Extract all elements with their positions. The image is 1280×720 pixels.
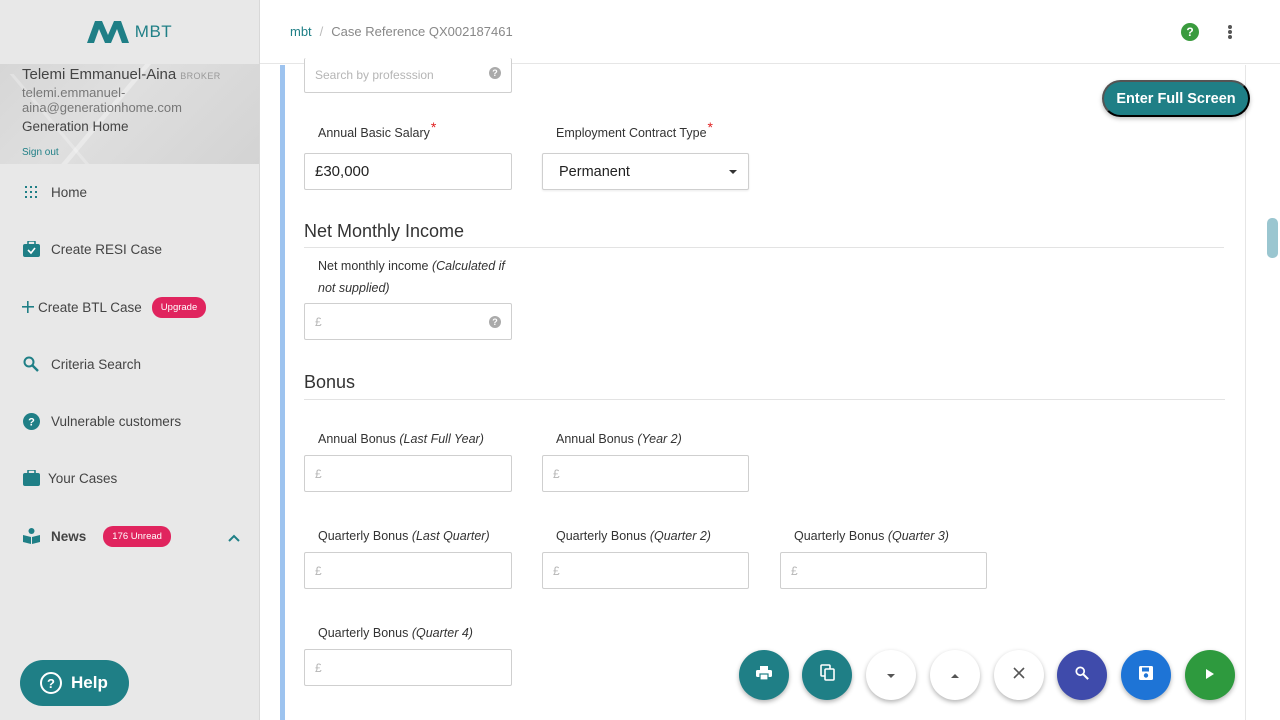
nav-label-your-cases: Your Cases — [48, 470, 118, 486]
bonus-title: Bonus — [304, 372, 356, 392]
question-circle-icon: ? — [22, 412, 40, 430]
net-monthly-income-input[interactable]: £ ? — [304, 303, 512, 340]
caret-down-icon — [729, 170, 737, 174]
search-icon — [22, 355, 40, 373]
search-button[interactable] — [1057, 650, 1107, 700]
salary-value: £30,000 — [315, 163, 370, 180]
scroll-up-button[interactable] — [930, 650, 980, 700]
profession-search-placeholder: Search by professsion — [315, 68, 434, 82]
play-icon — [1206, 666, 1214, 684]
briefcase-check-icon — [22, 240, 40, 258]
top-bar: mbt / Case Reference QX002187461 ? — [260, 0, 1280, 64]
nav-item-create-btl[interactable]: Create BTL Case Upgrade — [0, 287, 259, 327]
net-income-label: Net monthly income (Calculated if not sup… — [318, 259, 505, 295]
save-button[interactable] — [1121, 650, 1171, 700]
briefcase-icon — [22, 469, 40, 487]
salary-label: Annual Basic Salary* — [318, 119, 437, 140]
quarterly-bonus-last-label: Quarterly Bonus (Last Quarter) — [318, 529, 490, 543]
sidebar: MBT Telemi Emmanuel-Aina BROKER telemi.em… — [0, 0, 260, 720]
copy-button[interactable] — [802, 650, 852, 700]
nav-item-news[interactable]: News 176 Unread — [0, 516, 259, 556]
enter-full-screen-button[interactable]: Enter Full Screen — [1102, 80, 1250, 117]
info-question-icon[interactable]: ? — [489, 67, 501, 79]
logo[interactable]: MBT — [0, 0, 259, 64]
question-mark-icon[interactable]: ? — [1181, 23, 1199, 41]
required-marker: * — [430, 119, 437, 135]
logo-text: MBT — [134, 22, 173, 41]
contract-value: Permanent — [559, 163, 630, 180]
user-company: Generation Home — [22, 119, 129, 134]
profession-search-input[interactable]: Search by professsion ? — [304, 58, 512, 93]
net-monthly-income-title: Net Monthly Income — [304, 221, 465, 241]
vertical-dots-icon[interactable] — [1226, 22, 1234, 42]
plus-icon — [22, 298, 34, 316]
quarterly-bonus-q2-label: Quarterly Bonus (Quarter 2) — [556, 529, 711, 543]
upgrade-badge[interactable]: Upgrade — [151, 296, 207, 318]
caret-up-icon — [950, 666, 960, 684]
section-divider — [304, 399, 1225, 400]
save-icon — [1139, 665, 1153, 685]
nav-label-criteria-search: Criteria Search — [51, 356, 142, 372]
annual-bonus-y2-input[interactable]: £ — [542, 455, 749, 492]
news-unread-badge: 176 Unread — [103, 525, 171, 547]
nav-item-home[interactable]: Home — [0, 172, 259, 212]
logo-mark-icon — [86, 21, 129, 43]
nav-item-create-resi[interactable]: Create RESI Case — [0, 229, 259, 269]
user-role: BROKER — [180, 71, 221, 81]
employment-contract-select[interactable]: Permanent — [542, 153, 749, 190]
search-icon — [1075, 665, 1089, 685]
quarterly-bonus-q4-label: Quarterly Bonus (Quarter 4) — [318, 626, 473, 640]
breadcrumb: mbt / Case Reference QX002187461 — [290, 24, 513, 39]
page-scrollbar[interactable] — [1267, 218, 1278, 258]
quarterly-bonus-last-input[interactable]: £ — [304, 552, 512, 589]
print-button[interactable] — [739, 650, 789, 700]
svg-text:?: ? — [28, 416, 35, 428]
help-question-icon: ? — [40, 672, 62, 694]
nav-item-criteria-search[interactable]: Criteria Search — [0, 344, 259, 384]
quarterly-bonus-q4-input[interactable]: £ — [304, 649, 512, 686]
section-divider — [304, 247, 1224, 248]
quarterly-bonus-q2-input[interactable]: £ — [542, 552, 749, 589]
copy-icon — [819, 664, 835, 686]
nav-label-home: Home — [51, 184, 88, 200]
help-label: Help — [71, 673, 108, 692]
breadcrumb-current: Case Reference QX002187461 — [331, 24, 513, 39]
sign-out-link[interactable]: Sign out — [22, 147, 59, 158]
quarterly-bonus-q3-label: Quarterly Bonus (Quarter 3) — [794, 529, 949, 543]
annual-bonus-y2-label: Annual Bonus (Year 2) — [556, 432, 682, 446]
scroll-down-button[interactable] — [866, 650, 916, 700]
grid-icon — [22, 183, 40, 201]
nav-label-create-resi: Create RESI Case — [51, 241, 163, 257]
quarterly-bonus-q3-input[interactable]: £ — [780, 552, 987, 589]
next-button[interactable] — [1185, 650, 1235, 700]
annual-bonus-last-label: Annual Bonus (Last Full Year) — [318, 432, 484, 446]
nav-item-vulnerable[interactable]: ? Vulnerable customers — [0, 401, 259, 441]
close-icon — [1013, 666, 1025, 684]
news-reader-icon — [22, 527, 40, 545]
user-profile: Telemi Emmanuel-Aina BROKER telemi.emmanu… — [0, 64, 259, 164]
chevron-up-icon[interactable] — [228, 530, 240, 545]
nav-label-news: News — [51, 528, 87, 544]
annual-bonus-last-input[interactable]: £ — [304, 455, 512, 492]
nav-label-create-btl: Create BTL Case — [38, 299, 142, 315]
info-question-icon[interactable]: ? — [489, 316, 501, 328]
caret-down-icon — [886, 666, 896, 684]
breadcrumb-root-link[interactable]: mbt — [290, 24, 312, 39]
user-name: Telemi Emmanuel-Aina — [22, 66, 177, 83]
annual-basic-salary-input[interactable]: £30,000 — [304, 153, 512, 190]
required-marker: * — [707, 119, 713, 135]
user-email: telemi.emmanuel-aina@generationhome.com — [22, 85, 182, 115]
nav-item-your-cases[interactable]: Your Cases — [0, 458, 259, 498]
nav-label-vulnerable: Vulnerable customers — [51, 413, 182, 429]
close-button[interactable] — [994, 650, 1044, 700]
help-button[interactable]: ? Help — [20, 660, 129, 706]
breadcrumb-separator: / — [319, 24, 324, 39]
contract-type-label: Employment Contract Type* — [556, 119, 713, 140]
print-icon — [756, 665, 772, 685]
